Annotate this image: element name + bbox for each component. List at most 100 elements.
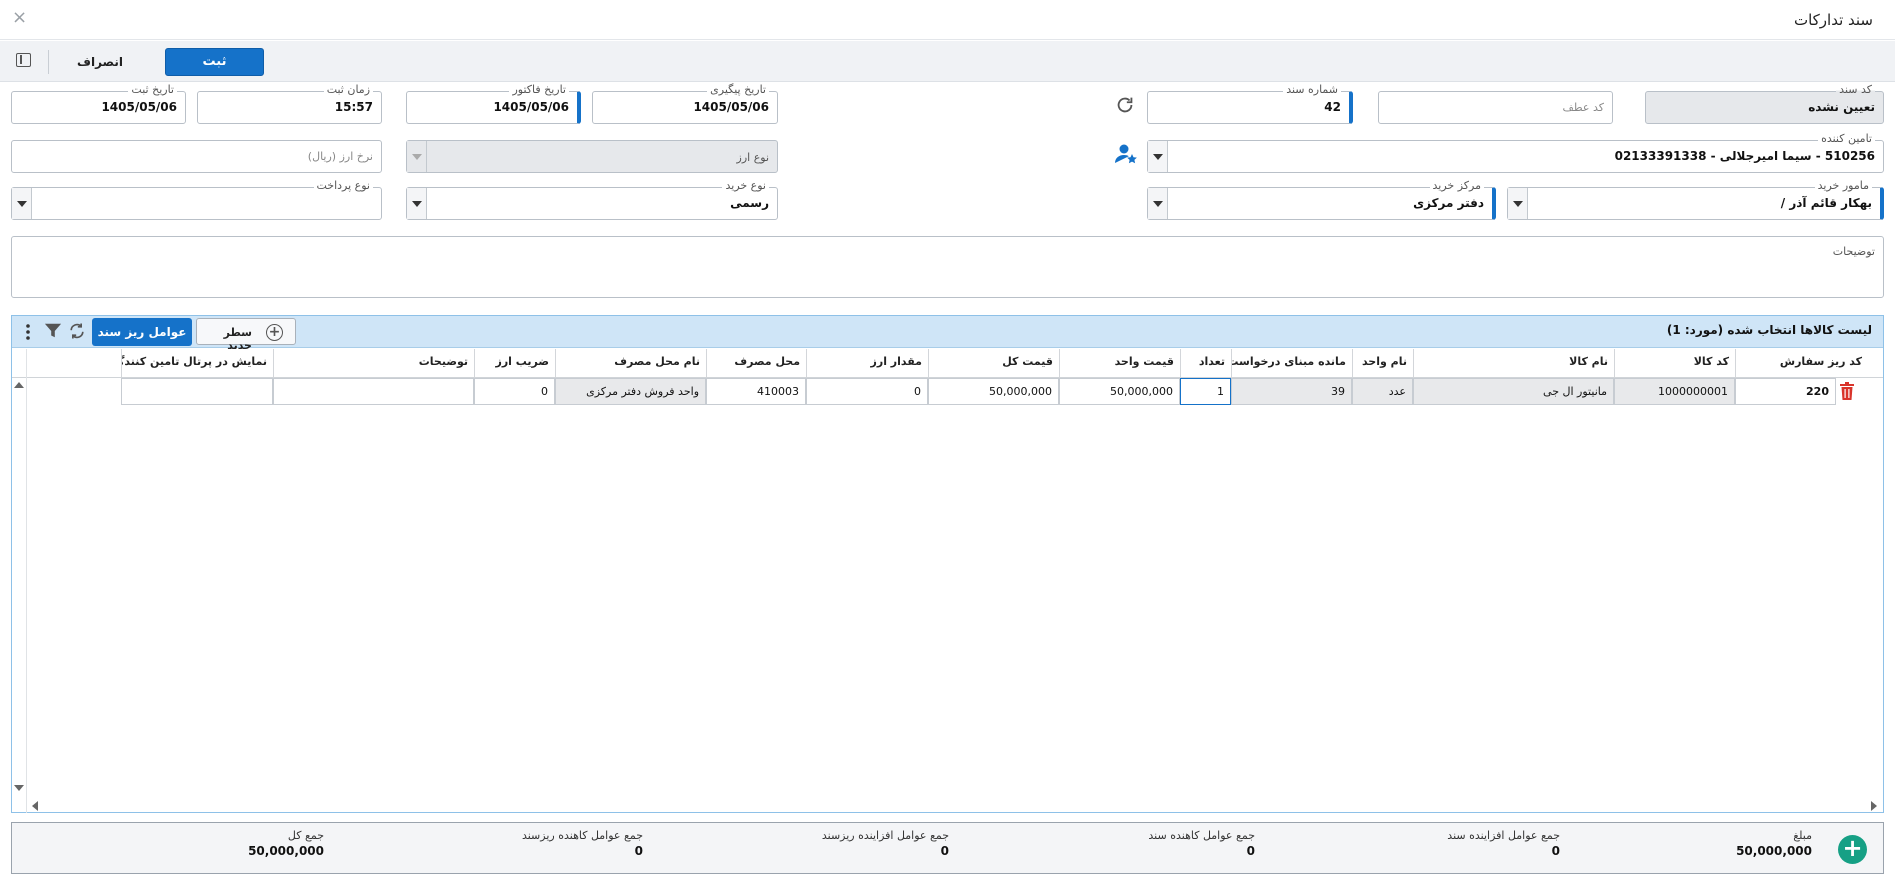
total-doc-increasing-value: 0 — [1551, 844, 1560, 858]
total-amount-value: 50,000,000 — [1736, 844, 1812, 858]
currency-rate-placeholder: نرخ ارز (ریال) — [307, 150, 373, 163]
description-textarea[interactable]: توضیحات — [11, 236, 1884, 298]
scroll-down-icon[interactable] — [13, 783, 25, 793]
cancel-button[interactable]: انصراف — [60, 48, 140, 76]
row-indicator-column — [26, 349, 27, 813]
buyer-select[interactable]: مامور خرید بهکار قائم آذر / — [1507, 179, 1884, 220]
supplier-select[interactable]: تامین کننده 510256 - سیما امیرجلالی - 02… — [1147, 132, 1884, 173]
col-show-in-portal[interactable]: نمایش در پرتال تامین کنندگان — [121, 349, 273, 377]
side-panel-toggle-icon[interactable] — [16, 53, 31, 67]
purchase-type-value: رسمی — [730, 196, 769, 210]
close-icon[interactable]: × — [12, 7, 27, 28]
col-order-detail-code[interactable]: کد ریز سفارش — [1735, 349, 1868, 377]
delete-row-icon[interactable] — [1839, 382, 1855, 400]
cell-item-name: مانیتور ال جی — [1413, 378, 1614, 405]
doc-code-field: کد سند تعیین نشده — [1645, 83, 1884, 124]
save-button[interactable]: ثبت — [165, 48, 264, 76]
total-doc-increasing: جمع عوامل افزاینده سند 0 — [1447, 829, 1560, 858]
buyer-dropdown-icon[interactable] — [1508, 188, 1528, 219]
payment-type-dropdown-icon[interactable] — [12, 188, 32, 219]
doc-number-value: 42 — [1324, 100, 1341, 114]
payment-type-select[interactable]: نوع پرداخت — [11, 179, 382, 220]
buyer-value: بهکار قائم آذر / — [1780, 196, 1872, 210]
scroll-right-icon[interactable] — [1869, 800, 1879, 812]
window-title: سند تدارکات — [1793, 11, 1873, 29]
grand-total-label: جمع کل — [287, 829, 324, 842]
scroll-left-icon[interactable] — [30, 800, 40, 812]
description-label: توضیحات — [1832, 245, 1875, 258]
total-detail-decreasing: جمع عوامل کاهنده ریزسند 0 — [522, 829, 643, 858]
cell-consumption-place[interactable]: 410003 — [706, 378, 806, 405]
total-detail-increasing: جمع عوامل افزاینده ریزسند 0 — [822, 829, 949, 858]
refresh-icon[interactable] — [1114, 94, 1136, 116]
col-consumption-place[interactable]: محل مصرف — [706, 349, 806, 377]
reg-date-value: 1405/05/06 — [101, 100, 177, 114]
doc-code-value: تعیین نشده — [1808, 100, 1875, 114]
purchase-type-dropdown-icon[interactable] — [407, 188, 427, 219]
col-currency-factor[interactable]: ضریب ارز — [474, 349, 555, 377]
col-unit-price[interactable]: قیمت واحد — [1059, 349, 1180, 377]
col-quantity[interactable]: تعداد — [1180, 349, 1231, 377]
total-detail-increasing-label: جمع عوامل افزاینده ریزسند — [821, 829, 949, 842]
col-total-price[interactable]: قیمت کل — [928, 349, 1059, 377]
payment-type-label: نوع پرداخت — [313, 179, 373, 193]
supplier-value: 510256 - سیما امیرجلالی - 02133391338 — [1614, 149, 1875, 163]
doc-number-field[interactable]: شماره سند 42 — [1147, 83, 1353, 124]
cell-item-code: 1000000001 — [1614, 378, 1735, 405]
cell-request-remaining: 39 — [1231, 378, 1352, 405]
supplier-user-star-icon[interactable] — [1114, 143, 1138, 165]
purchase-center-select[interactable]: مرکز خرید دفتر مرکزی — [1147, 179, 1496, 220]
cell-quantity[interactable]: 1 — [1180, 378, 1231, 405]
buyer-label: مامور خرید — [1814, 179, 1872, 193]
add-factor-button[interactable]: + — [1838, 835, 1867, 864]
new-row-button[interactable]: + سطر جدید — [196, 318, 296, 352]
currency-type-placeholder: نوع ارز — [736, 151, 769, 164]
more-options-icon[interactable] — [25, 323, 31, 341]
filter-icon[interactable] — [44, 322, 62, 340]
scroll-up-icon[interactable] — [13, 380, 25, 390]
toolbar-divider — [48, 50, 49, 74]
purchase-center-dropdown-icon[interactable] — [1148, 188, 1168, 219]
followup-date-field[interactable]: تاریخ پیگیری 1405/05/06 — [592, 83, 778, 124]
invoice-date-field[interactable]: تاریخ فاکتور 1405/05/06 — [406, 83, 581, 124]
total-doc-decreasing: جمع عوامل کاهنده سند 0 — [1148, 829, 1255, 858]
col-consumption-place-name[interactable]: نام محل مصرف — [555, 349, 706, 377]
col-currency-amount[interactable]: مقدار ارز — [806, 349, 928, 377]
total-detail-decreasing-label: جمع عوامل کاهنده ریزسند — [521, 829, 643, 842]
cell-notes[interactable] — [273, 378, 474, 405]
col-item-name[interactable]: نام کالا — [1413, 349, 1614, 377]
cell-currency-factor[interactable]: 0 — [474, 378, 555, 405]
sync-icon[interactable] — [67, 321, 87, 341]
invoice-date-label: تاریخ فاکتور — [509, 83, 569, 97]
sub-factors-button[interactable]: عوامل ریز سند — [92, 318, 192, 346]
grid-title: لیست کالاها انتخاب شده (مورد: 1) — [1666, 323, 1872, 337]
cell-currency-amount[interactable]: 0 — [806, 378, 928, 405]
supplier-dropdown-icon[interactable] — [1148, 141, 1168, 172]
cell-unit-name: عدد — [1352, 378, 1413, 405]
col-unit-name[interactable]: نام واحد — [1352, 349, 1413, 377]
cell-unit-price[interactable]: 50,000,000 — [1059, 378, 1180, 405]
col-notes[interactable]: توضیحات — [273, 349, 474, 377]
reg-time-value: 15:57 — [334, 100, 373, 114]
doc-number-label: شماره سند — [1283, 83, 1341, 97]
cell-total-price[interactable]: 50,000,000 — [928, 378, 1059, 405]
total-doc-increasing-label: جمع عوامل افزاینده سند — [1447, 829, 1560, 842]
col-item-code[interactable]: کد کالا — [1614, 349, 1735, 377]
total-amount-label: مبلغ — [1793, 829, 1812, 842]
cell-show-in-portal[interactable] — [121, 378, 273, 405]
doc-code-label: کد سند — [1836, 83, 1875, 97]
plus-circle-icon: + — [266, 324, 283, 341]
purchase-type-select[interactable]: نوع خرید رسمی — [406, 179, 778, 220]
reference-code-placeholder: کد عطف — [1562, 101, 1604, 114]
currency-type-dropdown-icon — [407, 141, 427, 172]
cell-consumption-place-name: واحد فروش دفتر مرکزی — [555, 378, 706, 405]
reg-date-field[interactable]: تاریخ ثبت 1405/05/06 — [11, 83, 186, 124]
col-request-remaining[interactable]: مانده مبنای درخواست — [1231, 349, 1352, 377]
cell-order-detail-code[interactable]: 220 — [1735, 378, 1836, 405]
reg-date-label: تاریخ ثبت — [128, 83, 177, 97]
total-detail-decreasing-value: 0 — [634, 844, 643, 858]
currency-rate-input[interactable]: نرخ ارز (ریال) — [11, 140, 382, 173]
grand-total: جمع کل 50,000,000 — [248, 829, 324, 858]
reference-code-input[interactable]: کد عطف — [1378, 91, 1613, 124]
reg-time-field[interactable]: زمان ثبت 15:57 — [197, 83, 382, 124]
